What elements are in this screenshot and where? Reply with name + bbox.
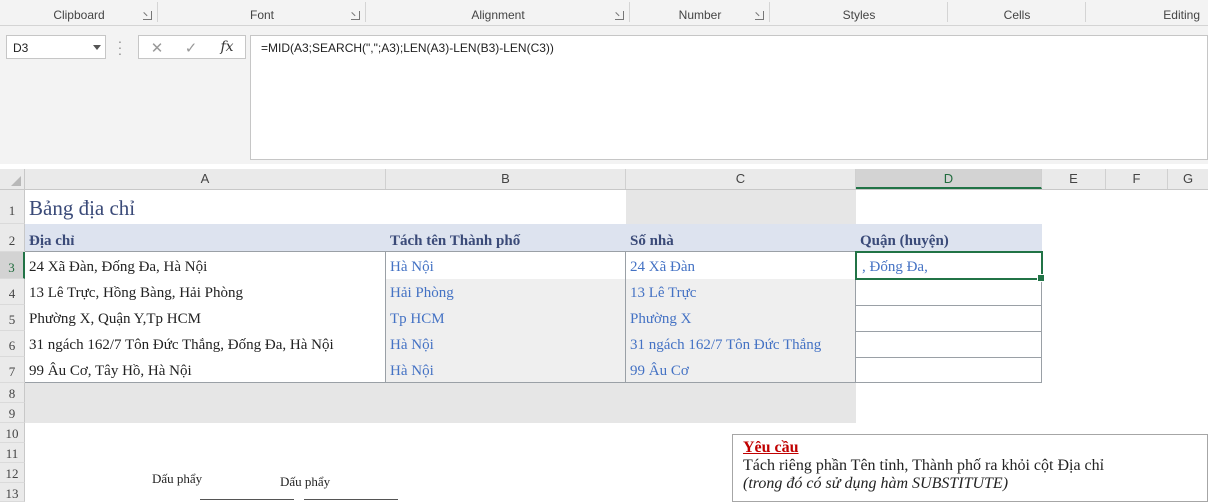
callout-label: Dấu phẩy [280, 474, 331, 489]
column-header-e[interactable]: E [1042, 169, 1106, 189]
note-line: (trong đó có sử dụng hàm SUBSTITUTE) [743, 475, 1009, 492]
cell-address[interactable]: Phường X, Quận Y,Tp HCM [25, 306, 201, 332]
column-headers: A B C D E F G [0, 169, 1208, 190]
cell-address[interactable]: 24 Xã Đàn, Đống Đa, Hà Nội [25, 254, 207, 280]
dialog-launcher-icon[interactable] [143, 11, 152, 20]
row-header-4[interactable]: 4 [0, 279, 25, 305]
callout-line [200, 499, 294, 500]
ribbon-group-label: Clipboard [53, 8, 105, 22]
header-address[interactable]: Địa chỉ [25, 228, 74, 254]
cell-house-number[interactable]: 31 ngách 162/7 Tôn Đức Thắng [626, 332, 821, 358]
name-box[interactable]: D3 [6, 35, 106, 59]
note-line: Tách riêng phần Tên tỉnh, Thành phố ra k… [743, 457, 1105, 474]
select-all-button[interactable] [0, 169, 25, 190]
row-header-3[interactable]: 3 [0, 252, 25, 279]
cell-address[interactable]: 99 Âu Cơ, Tây Hồ, Hà Nội [25, 358, 192, 384]
header-house-number[interactable]: Số nhà [626, 228, 674, 254]
ribbon-group-label: Alignment [471, 8, 525, 22]
ribbon-group-label: Cells [1003, 8, 1031, 22]
cell-address[interactable]: 31 ngách 162/7 Tôn Đức Thắng, Đống Đa, H… [25, 332, 334, 358]
row-header-8[interactable]: 8 [0, 383, 25, 403]
ribbon-group-label: Styles [842, 8, 876, 22]
row-header-1[interactable]: 1 [0, 190, 25, 224]
cell-city[interactable]: Tp HCM [386, 306, 445, 332]
chevron-down-icon[interactable] [93, 45, 101, 50]
column-header-g[interactable]: G [1168, 169, 1208, 189]
ribbon-group-labels: Clipboard Font Alignment Number Styles C… [0, 0, 1208, 26]
enter-icon[interactable]: ✓ [179, 39, 203, 57]
formula-buttons: ✕ ✓ fx [138, 35, 246, 59]
row-header-5[interactable]: 5 [0, 305, 25, 331]
dialog-launcher-icon[interactable] [615, 11, 624, 20]
note-title: Yêu cầu [743, 439, 799, 456]
cell-city[interactable]: Hà Nội [386, 358, 434, 384]
dialog-launcher-icon[interactable] [351, 11, 360, 20]
ribbon-group-alignment: Alignment [366, 0, 630, 26]
sheet-title[interactable]: Bảng địa chỉ [25, 194, 135, 222]
row-line [856, 331, 1042, 332]
row-header-12[interactable]: 12 [0, 463, 25, 483]
ribbon-group-styles: Styles [770, 0, 948, 26]
cell-house-number[interactable]: 99 Âu Cơ [626, 358, 689, 384]
dialog-launcher-icon[interactable] [755, 11, 764, 20]
gray-fill [626, 190, 856, 224]
column-header-d[interactable]: D [856, 169, 1042, 189]
row-header-13[interactable]: 13 [0, 483, 25, 502]
callout-line [304, 499, 398, 500]
cell-city[interactable]: Hải Phòng [386, 280, 454, 306]
callout-label: Dấu phẩy [152, 471, 203, 486]
insert-function-icon[interactable]: fx [215, 39, 239, 57]
name-box-value: D3 [13, 41, 29, 55]
cell-house-number[interactable]: 24 Xã Đàn [626, 254, 695, 280]
header-city[interactable]: Tách tên Thành phố [386, 228, 520, 254]
cell-city[interactable]: Hà Nội [386, 254, 434, 280]
resize-handle-icon[interactable]: · · · [117, 34, 123, 60]
ribbon-group-label: Number [678, 8, 722, 22]
row-header-7[interactable]: 7 [0, 357, 25, 383]
row-line [856, 305, 1042, 306]
active-cell-selection[interactable] [855, 251, 1045, 282]
ribbon-group-clipboard: Clipboard [0, 0, 158, 26]
cancel-icon[interactable]: ✕ [145, 39, 169, 57]
ribbon-group-label: Font [249, 8, 274, 22]
row-header-2[interactable]: 2 [0, 224, 25, 252]
cell-house-number[interactable]: 13 Lê Trực [626, 280, 696, 306]
row-header-6[interactable]: 6 [0, 331, 25, 357]
formula-text: =MID(A3;SEARCH(",";A3);LEN(A3)-LEN(B3)-L… [261, 41, 554, 55]
column-header-b[interactable]: B [386, 169, 626, 189]
ribbon-group-cells: Cells [948, 0, 1086, 26]
row-header-9[interactable]: 9 [0, 403, 25, 423]
column-header-a[interactable]: A [25, 169, 386, 189]
ribbon-group-number: Number [630, 0, 770, 26]
row-line [856, 357, 1042, 358]
ribbon-group-editing: Editing [1086, 0, 1208, 26]
cell-house-number[interactable]: Phường X [626, 306, 692, 332]
column-header-f[interactable]: F [1106, 169, 1168, 189]
cell-city[interactable]: Hà Nội [386, 332, 434, 358]
gray-fill [25, 383, 856, 423]
row-header-10[interactable]: 10 [0, 423, 25, 443]
cell-address[interactable]: 13 Lê Trực, Hồng Bàng, Hải Phòng [25, 280, 243, 306]
ribbon-group-font: Font [158, 0, 366, 26]
row-header-11[interactable]: 11 [0, 443, 25, 463]
column-header-c[interactable]: C [626, 169, 856, 189]
requirement-note[interactable]: Yêu cầu Tách riêng phần Tên tỉnh, Thành … [732, 434, 1208, 502]
ribbon-group-label: Editing [1163, 8, 1200, 22]
formula-bar-area: D3 · · · ✕ ✓ fx =MID(A3;SEARCH(",";A3);LEN… [0, 26, 1208, 164]
formula-input[interactable]: =MID(A3;SEARCH(",";A3);LEN(A3)-LEN(B3)-L… [250, 35, 1208, 160]
